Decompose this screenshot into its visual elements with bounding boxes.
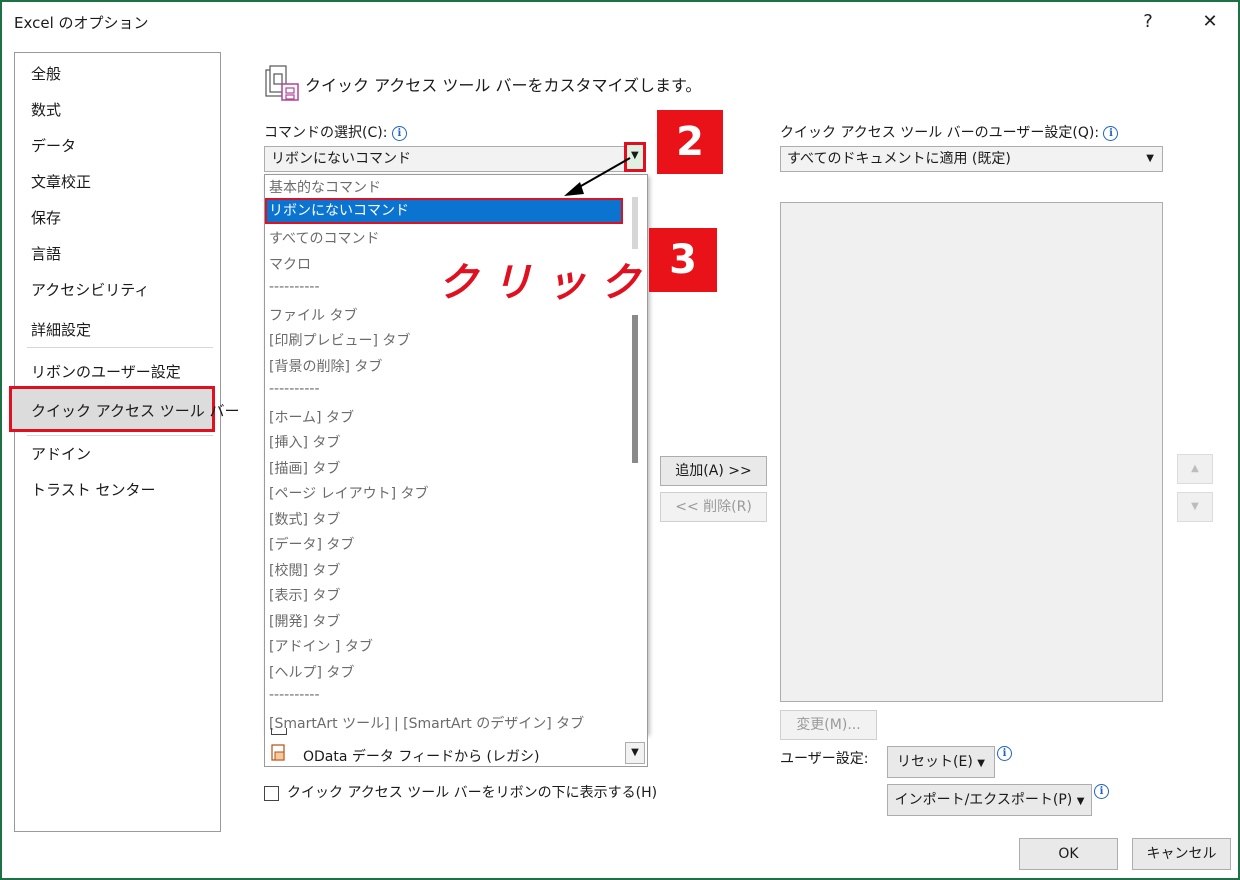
list-scroll-down-icon[interactable]: ▼ [625,742,645,764]
dropdown-option[interactable]: [印刷プレビュー] タブ [269,330,410,350]
show-below-ribbon-checkbox[interactable] [264,785,279,801]
dropdown-option[interactable]: [描画] タブ [269,458,340,478]
dropdown-option[interactable]: [SmartArt ツール] | [SmartArt のデザイン] タブ [269,713,584,733]
ok-button[interactable]: OK [1019,838,1118,870]
remove-button[interactable]: << 削除(R) [660,492,767,522]
sidebar-item-customize-ribbon[interactable]: リボンのユーザー設定 [31,361,181,382]
sidebar-item-label: クイック アクセス ツール バー [31,402,240,420]
chevron-down-icon: ▼ [977,758,985,769]
reset-button-label: リセット(E) [897,754,973,770]
info-icon[interactable]: i [1094,784,1109,799]
choose-commands-label-text: コマンドの選択(C): [264,125,388,141]
sidebar-item-trust-center[interactable]: トラスト センター [31,479,155,500]
sidebar-item-general[interactable]: 全般 [31,63,61,84]
sidebar-item-addins[interactable]: アドイン [31,443,91,464]
annotation-arrow-icon [564,157,631,196]
dropdown-option[interactable]: [ページ レイアウト] タブ [269,483,429,503]
dropdown-option[interactable]: [データ] タブ [269,534,354,554]
sidebar-item-save[interactable]: 保存 [31,207,61,228]
dropdown-option[interactable]: [挿入] タブ [269,432,340,452]
reset-button[interactable]: リセット(E) ▼ [887,746,995,778]
list-item[interactable]: OData データ フィードから (レガシ) [303,746,539,766]
table-icon [271,744,287,762]
commands-list-bottom: OData データ フィードから (レガシ) ▼ [264,728,648,767]
info-icon[interactable]: i [1103,125,1119,141]
choose-commands-value: リボンにないコマンド [271,151,411,167]
import-export-button[interactable]: インポート/エクスポート(P) ▼ [887,784,1092,816]
info-icon[interactable]: i [997,746,1012,761]
move-down-button[interactable]: ▼ [1177,492,1213,522]
import-export-button-label: インポート/エクスポート(P) [894,792,1073,808]
dropdown-option[interactable]: [表示] タブ [269,585,340,605]
dropdown-option[interactable]: [アドイン ] タブ [269,636,373,656]
chevron-down-icon: ▼ [1146,153,1154,164]
dropdown-option[interactable]: [数式] タブ [269,509,340,529]
move-up-button[interactable]: ▲ [1177,454,1213,484]
dropdown-option[interactable]: ファイル タブ [269,305,357,325]
dropdown-option[interactable]: [背景の削除] タブ [269,356,382,376]
list-item-icon [271,728,287,735]
sidebar-item-proofing[interactable]: 文章校正 [31,171,91,192]
dropdown-option[interactable]: [校閲] タブ [269,560,340,580]
choose-commands-label: コマンドの選択(C): i [264,122,407,142]
category-sidebar: 全般 数式 データ 文章校正 保存 言語 アクセシビリティ 詳細設定 リボンのユ… [9,52,240,832]
help-button[interactable]: ? [1130,8,1166,36]
quick-access-toolbar-icon [264,62,300,102]
sidebar-item-advanced[interactable]: 詳細設定 [31,319,91,340]
show-below-ribbon-option[interactable]: クイック アクセス ツール バーをリボンの下に表示する(H) [264,782,657,802]
excel-options-dialog: Excel のオプション ? ✕ 全般 数式 データ 文章校正 保存 言語 アク… [0,0,1240,880]
toolbar-commands-list[interactable] [780,202,1163,702]
dropdown-separator: ---------- [269,687,320,703]
dropdown-option[interactable]: 基本的なコマンド [269,177,381,197]
chevron-down-icon: ▼ [1076,796,1085,807]
sidebar-item-data[interactable]: データ [31,135,76,156]
dialog-title: Excel のオプション [14,14,149,32]
modify-button[interactable]: 変更(M)... [780,710,877,740]
cancel-button[interactable]: キャンセル [1132,838,1231,870]
customize-scope-dropdown[interactable]: すべてのドキュメントに適用 (既定) ▼ [780,146,1163,172]
add-button[interactable]: 追加(A) >> [660,456,767,486]
sidebar-item-quick-access-toolbar[interactable]: クイック アクセス ツール バー [9,386,240,432]
customize-toolbar-label-text: クイック アクセス ツール バーのユーザー設定(Q): [780,125,1100,141]
customize-toolbar-label: クイック アクセス ツール バーのユーザー設定(Q): i [780,122,1119,142]
sidebar-divider [27,347,213,348]
scrollbar-thumb-inactive [632,197,638,249]
customizations-label: ユーザー設定: [780,751,869,767]
dropdown-option[interactable]: [開発] タブ [269,611,340,631]
customize-scope-value: すべてのドキュメントに適用 (既定) [787,151,1011,167]
sidebar-item-language[interactable]: 言語 [31,243,61,264]
sidebar-item-formulas[interactable]: 数式 [31,99,61,120]
dropdown-option[interactable]: すべてのコマンド [269,228,379,248]
dropdown-option[interactable]: [ヘルプ] タブ [269,662,354,682]
page-heading: クイック アクセス ツール バーをカスタマイズします。 [305,76,702,95]
close-button[interactable]: ✕ [1192,8,1228,36]
step-3-badge: 3 [649,228,717,292]
show-below-ribbon-label: クイック アクセス ツール バーをリボンの下に表示する(H) [287,785,658,801]
info-icon[interactable]: i [391,125,407,141]
sidebar-item-accessibility[interactable]: アクセシビリティ [31,279,149,300]
step-2-badge: 2 [657,110,723,174]
scrollbar-thumb[interactable] [632,315,638,463]
dropdown-option[interactable]: [ホーム] タブ [269,407,354,427]
dropdown-separator: ---------- [269,381,320,397]
dropdown-separator: ---------- [269,279,320,295]
click-instruction-text: クリック [438,260,654,306]
dropdown-option[interactable]: マクロ [269,254,311,274]
sidebar-divider [27,435,213,436]
